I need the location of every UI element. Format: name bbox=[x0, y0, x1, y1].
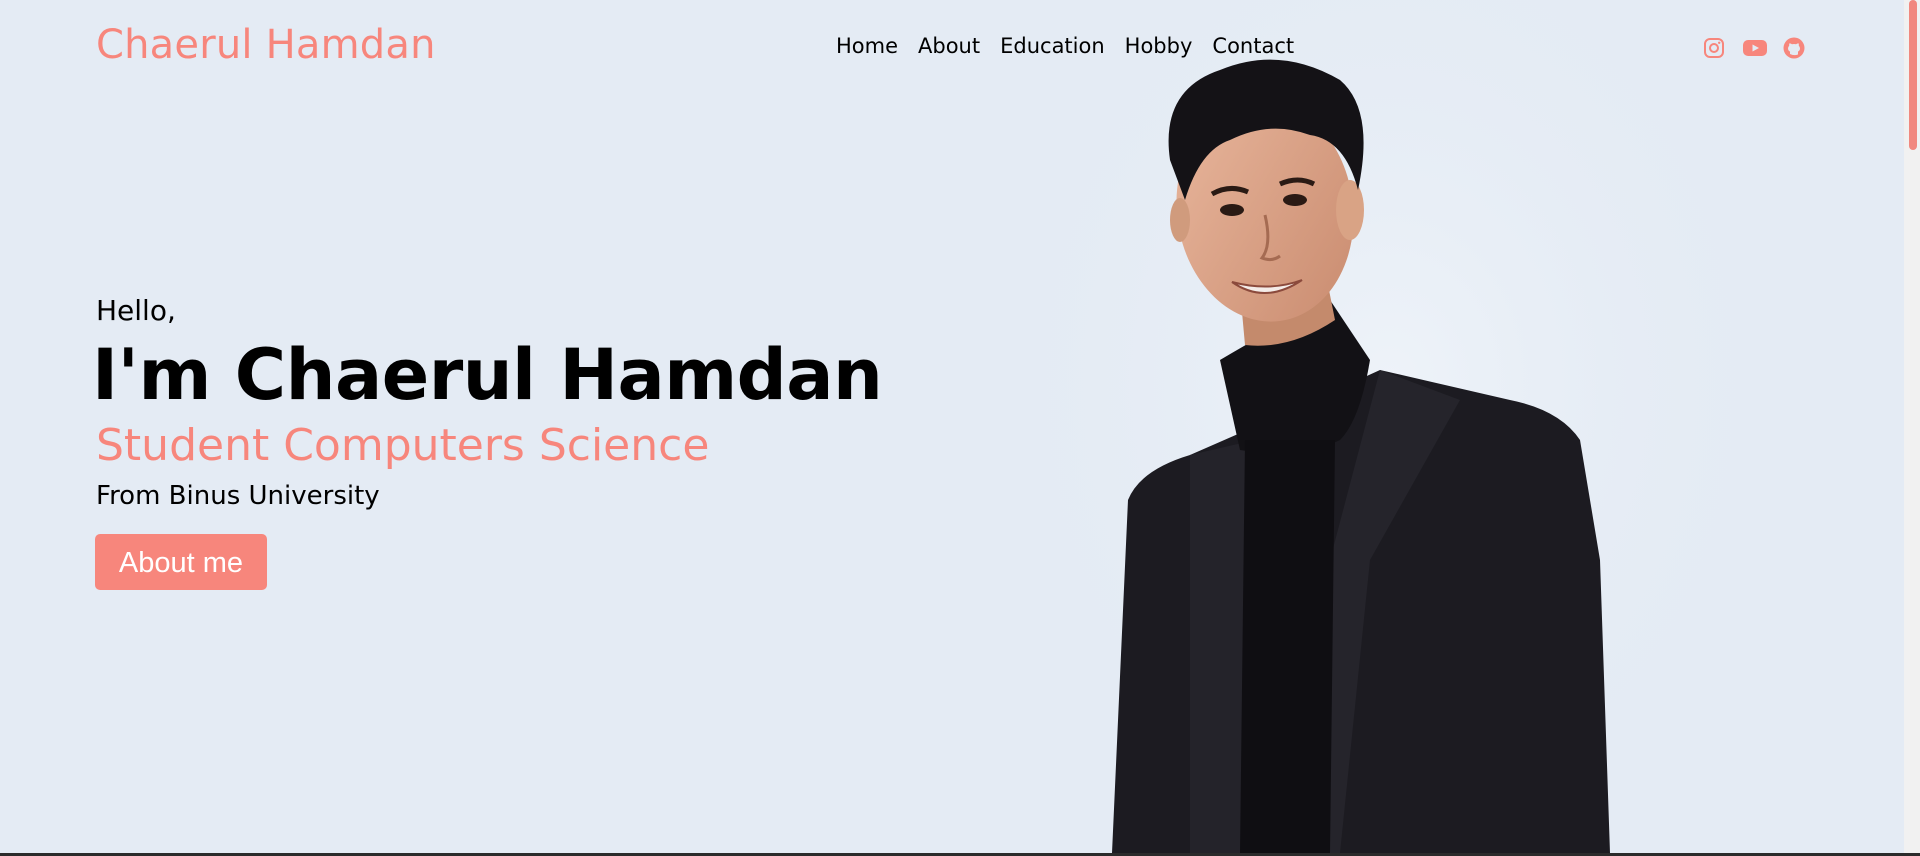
hero-greeting: Hello, bbox=[96, 294, 176, 327]
youtube-icon[interactable] bbox=[1742, 36, 1767, 60]
scrollbar-thumb[interactable] bbox=[1909, 0, 1917, 150]
page-scrollbar[interactable] bbox=[1904, 0, 1920, 853]
hero-origin: From Binus University bbox=[96, 481, 380, 511]
about-me-button[interactable]: About me bbox=[95, 534, 267, 590]
nav-hobby-link[interactable]: Hobby bbox=[1125, 34, 1193, 58]
nav-education-link[interactable]: Education bbox=[1000, 34, 1105, 58]
hero-role: Student Computers Science bbox=[96, 420, 710, 471]
nav-contact-link[interactable]: Contact bbox=[1212, 34, 1294, 58]
profile-photo bbox=[1040, 0, 1740, 853]
github-icon[interactable] bbox=[1782, 36, 1806, 60]
nav-home-link[interactable]: Home bbox=[836, 34, 898, 58]
nav-about-link[interactable]: About bbox=[918, 34, 980, 58]
main-nav: Home About Education Hobby Contact bbox=[836, 34, 1294, 58]
instagram-icon[interactable] bbox=[1702, 36, 1726, 60]
social-links bbox=[1702, 36, 1806, 60]
page-viewport: Chaerul Hamdan Home About Education Hobb… bbox=[0, 0, 1904, 853]
brand-logo[interactable]: Chaerul Hamdan bbox=[96, 22, 436, 68]
hero-name: I'm Chaerul Hamdan bbox=[92, 334, 883, 416]
